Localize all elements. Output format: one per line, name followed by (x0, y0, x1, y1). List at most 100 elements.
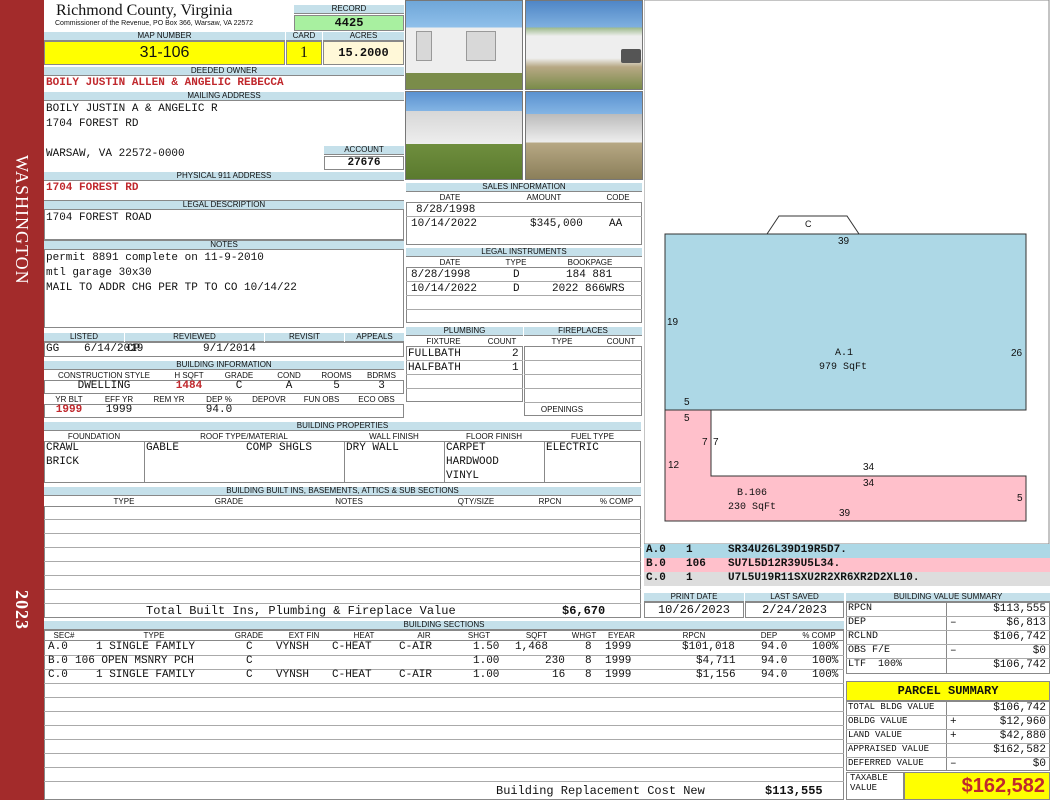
section-col: HEAT (353, 631, 375, 640)
sketch-dim: 5 (684, 413, 690, 424)
map-number: 31-106 (44, 41, 285, 65)
section-shgt: 1.00 (473, 655, 500, 667)
property-photo-house-side (405, 91, 523, 180)
parcel-label: OBLDG VALUE (848, 716, 908, 726)
fuel-header: FUEL TYPE (570, 432, 615, 441)
parcel-label: TOTAL BLDG VALUE (848, 702, 935, 712)
bi-col-header: DEPOVR (252, 395, 286, 404)
property-photo-house-front (525, 0, 643, 90)
builtins-col: GRADE (214, 497, 244, 506)
sketch-code-row (644, 544, 1050, 558)
replacement-cost: $113,555 (765, 784, 823, 798)
instr-type: D (513, 283, 520, 295)
builtins-col: % COMP (599, 497, 634, 506)
sketch-code-sec: B.0 (646, 558, 666, 570)
instr-col: TYPE (505, 258, 527, 267)
dep-pct: 94.0 (205, 404, 233, 416)
builtins-total: $6,670 (562, 604, 606, 618)
section-type: 1 SINGLE FAMILY (96, 641, 196, 653)
note-line: permit 8891 complete on 11-9-2010 (46, 252, 264, 264)
instr-bookpage: 2022 866WRS (552, 283, 625, 295)
section-grade: C (246, 669, 253, 681)
sketch-area-sqft: 230 SqFt (728, 502, 777, 513)
sketch-code-sec: A.0 (646, 544, 666, 556)
section-dep: 94.0 (761, 655, 788, 667)
year-label: 2023 (12, 590, 32, 630)
record-value: 4425 (294, 15, 404, 31)
last-saved: 2/24/2023 (745, 602, 844, 618)
bi-col-header: CONSTRUCTION STYLE (57, 371, 150, 380)
openings-label: OPENINGS (540, 405, 584, 414)
section-shgt: 1.50 (473, 641, 500, 653)
district-label: WASHINGTON (12, 155, 32, 285)
sketch-code: SR34U26L39D19R5D7. (728, 544, 847, 556)
print-date: 10/26/2023 (644, 602, 744, 618)
parcel-value: $106,742 (993, 702, 1046, 714)
listed-header: LISTED (44, 333, 124, 342)
section-col: SEC# (53, 631, 75, 640)
fixture: FULLBATH (408, 348, 461, 360)
year-built: 1999 (55, 404, 83, 416)
vs-value: $113,555 (993, 603, 1046, 615)
parcel-value: $12,960 (999, 716, 1046, 728)
vs-value: $106,742 (993, 631, 1046, 643)
card-number: 1 (286, 41, 322, 65)
vs-label: LTF 100% (848, 659, 903, 670)
section-type: 106 OPEN MSNRY PCH (75, 655, 194, 667)
fuel-type: ELECTRIC (546, 442, 599, 454)
section-col: DEP (760, 631, 778, 640)
eff-year: 1999 (105, 404, 133, 416)
taxable-label: TAXABLE VALUE (850, 773, 888, 793)
section-grade: C (246, 641, 253, 653)
taxable-value: $162,582 (904, 772, 1050, 800)
section-dep: 94.0 (761, 669, 788, 681)
bi-col-header: FUN OBS (303, 395, 340, 404)
deeded-header: DEEDED OWNER (44, 67, 404, 76)
builtins-table (44, 506, 641, 618)
floor-finish: CARPET (446, 442, 486, 454)
section-col: SHGT (467, 631, 491, 640)
section-col: GRADE (234, 631, 264, 640)
account-header: ACCOUNT (324, 146, 404, 155)
sketch-area-sqft: 979 SqFt (819, 362, 868, 373)
section-extfin: VYNSH (276, 669, 310, 681)
plumb-col: FIXTURE (426, 337, 461, 346)
sales-header: SALES INFORMATION (406, 183, 642, 192)
sketch-code-type: 1 (686, 544, 693, 556)
fire-col: TYPE (551, 337, 573, 346)
sketch-dim: 34 (863, 478, 875, 489)
section-rpcn: $4,711 (696, 655, 736, 667)
sketch-dim: 26 (1011, 348, 1023, 359)
roof-material: COMP SHGLS (246, 442, 313, 454)
bi-col-header: REM YR (153, 395, 185, 404)
vs-value: $6,813 (1006, 617, 1046, 629)
floor-header: FLOOR FINISH (465, 432, 522, 441)
vs-label: RPCN (848, 603, 873, 614)
county-title: Richmond County, Virginia (56, 2, 233, 19)
last-saved-header: LAST SAVED (745, 593, 844, 602)
grade: C (235, 380, 243, 392)
physical-address: 1704 FOREST RD (46, 182, 139, 194)
bi-col-header: BDRMS (367, 371, 396, 380)
commissioner-line: Commissioner of the Revenue, PO Box 366,… (55, 20, 254, 27)
value-summary-header: BUILDING VALUE SUMMARY (846, 593, 1050, 602)
legal-description: 1704 FOREST ROAD (46, 212, 152, 224)
acres-value: 15.2000 (323, 41, 404, 65)
revisit-header: REVISIT (265, 333, 344, 342)
builtins-col: QTY/SIZE (457, 497, 495, 506)
property-photo-garage-side (525, 91, 643, 180)
sale-amount: $345,000 (530, 218, 583, 230)
bdrms: 3 (378, 380, 385, 392)
instr-bookpage: 184 881 (566, 269, 613, 281)
instruments-header: LEGAL INSTRUMENTS (406, 248, 642, 257)
account-value: 27676 (324, 156, 404, 170)
sales-col: CODE (606, 193, 630, 202)
section-whgt: 8 (585, 669, 592, 681)
parcel-label: DEFERRED VALUE (848, 758, 924, 768)
vs-value: $106,742 (993, 659, 1046, 671)
fire-col: COUNT (606, 337, 636, 346)
sketch-dim: 5 (684, 397, 690, 408)
note-line: MAIL TO ADDR CHG PER TP TO CO 10/14/22 (46, 282, 297, 294)
builtins-total-label: Total Built Ins, Plumbing & Fireplace Va… (146, 604, 456, 618)
cond: A (285, 380, 293, 392)
